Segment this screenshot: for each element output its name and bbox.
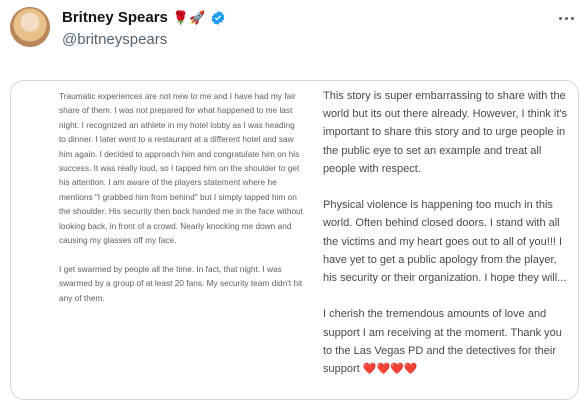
hearts-emojis: ❤️❤️❤️❤️ xyxy=(362,363,418,376)
statement-left-column: Traumatic experiences are not new to me … xyxy=(59,89,303,319)
author-name-row[interactable]: Britney Spears 🌹🚀 xyxy=(62,9,226,26)
right-paragraph-2: Physical violence is happening too much … xyxy=(323,199,567,285)
verified-badge-icon xyxy=(210,10,226,26)
right-paragraph-3: I cherish the tremendous amounts of love… xyxy=(323,305,568,378)
more-options-icon[interactable] xyxy=(559,17,574,20)
avatar[interactable] xyxy=(10,7,50,47)
right-paragraph-3-text: I cherish the tremendous amounts of love… xyxy=(323,308,562,376)
statement-right-column: This story is super embarrassing to shar… xyxy=(323,87,568,396)
left-paragraph-1: Traumatic experiences are not new to me … xyxy=(59,91,303,246)
left-paragraph-2: I get swarmed by people all the time. In… xyxy=(59,263,303,303)
attached-image[interactable]: Traumatic experiences are not new to me … xyxy=(10,80,579,400)
name-emojis: 🌹🚀 xyxy=(172,10,206,25)
right-paragraph-1: This story is super embarrassing to shar… xyxy=(323,90,568,175)
display-name[interactable]: Britney Spears xyxy=(62,9,168,26)
author-handle[interactable]: @britneyspears xyxy=(62,31,167,48)
